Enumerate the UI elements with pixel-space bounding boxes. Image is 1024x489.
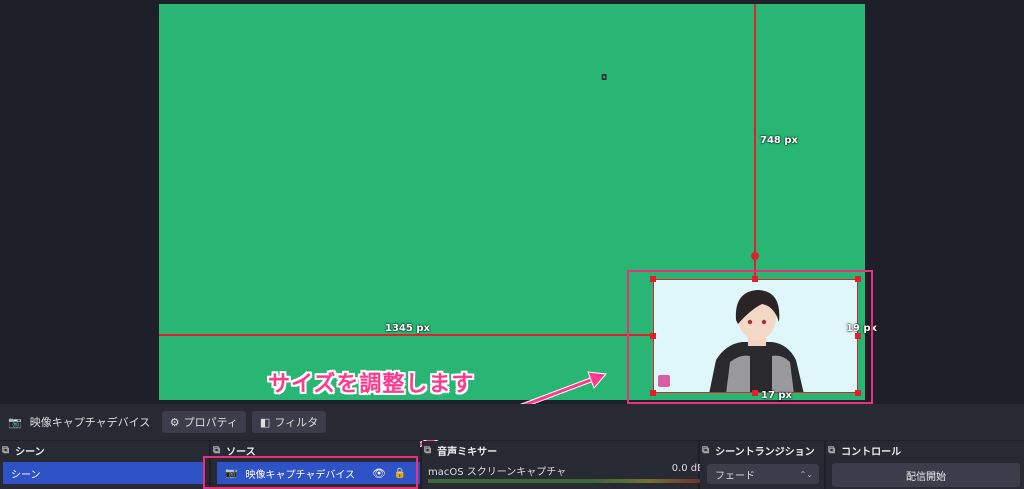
preview-area: ◘ 748 px 1345 px 19 px 17 px — [0, 0, 1024, 404]
transition-select[interactable]: フェード ⌃⌄ — [707, 464, 819, 484]
highlight-source-item — [203, 456, 418, 489]
controls-dock-title: コントロール — [841, 446, 902, 458]
mixer-dock-title: 音声ミキサー — [437, 446, 498, 458]
camera-icon: 📷 — [8, 415, 22, 429]
transition-selected: フェード — [715, 470, 755, 482]
highlight-preview-box — [627, 270, 873, 404]
guide-left-line — [159, 334, 653, 336]
dock-icon: ⧉ — [702, 444, 710, 456]
camera-icon: ◘ — [601, 73, 608, 82]
mixer-dock-header: ⧉ 音声ミキサー — [422, 441, 698, 459]
scene-transitions-dock: ⧉ シーントランジション フェード ⌃⌄ — [700, 441, 824, 489]
scenes-dock-header: ⧉ シーン — [0, 441, 209, 459]
source-toolbar: 📷 映像キャプチャデバイス ⚙ プロパティ ◧ フィルタ — [0, 404, 1024, 440]
transitions-dock-header: ⧉ シーントランジション — [700, 441, 824, 459]
dock-icon: ⧉ — [828, 444, 836, 456]
guide-left-label: 1345 px — [385, 323, 430, 334]
scenes-dock: ⧉ シーン シーン — [0, 441, 209, 489]
current-source-name: 映像キャプチャデバイス — [29, 416, 151, 429]
filters-button[interactable]: ◧ フィルタ — [251, 411, 327, 433]
guide-top-line — [754, 4, 756, 256]
volume-meter — [428, 479, 704, 483]
audio-mixer-dock: ⧉ 音声ミキサー macOS スクリーンキャプチャ 0.0 dB — [422, 441, 704, 489]
controls-dock-header: ⧉ コントロール — [826, 441, 1024, 459]
gear-icon: ⚙ — [169, 415, 180, 429]
start-streaming-button[interactable]: 配信開始 — [832, 463, 1020, 487]
transitions-dock-title: シーントランジション — [715, 446, 815, 458]
callout-text: サイズを調整します — [268, 372, 475, 397]
scene-item[interactable]: シーン — [3, 462, 205, 484]
updown-chevron-icon: ⌃⌄ — [799, 469, 813, 479]
dock-icon: ⧉ — [424, 444, 432, 456]
mixer-channel-row: macOS スクリーンキャプチャ 0.0 dB — [428, 463, 704, 478]
properties-button[interactable]: ⚙ プロパティ — [161, 411, 246, 433]
guide-top-label: 748 px — [760, 135, 798, 146]
filter-icon: ◧ — [259, 415, 271, 429]
controls-dock: ⧉ コントロール 配信開始 — [826, 441, 1024, 489]
dock-icon: ⧉ — [2, 444, 10, 456]
mixer-channel-name: macOS スクリーンキャプチャ — [428, 467, 567, 478]
scenes-dock-title: シーン — [15, 446, 45, 458]
sources-dock: ⧉ ソース 📷 映像キャプチャデバイス 👁 🔒 — [203, 441, 420, 489]
dock-icon: ⧉ — [213, 444, 221, 456]
properties-label: プロパティ — [183, 416, 238, 429]
filters-label: フィルタ — [274, 416, 319, 429]
